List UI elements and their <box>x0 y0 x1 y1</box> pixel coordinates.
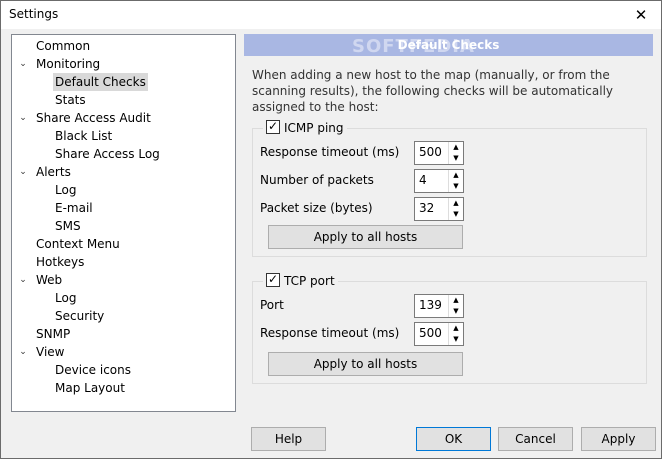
tcp-port-label: TCP port <box>284 274 335 288</box>
spin-down-icon[interactable]: ▼ <box>449 209 463 220</box>
panel-description: When adding a new host to the map (manua… <box>252 68 614 114</box>
icmp-ping-checkbox[interactable]: ICMP ping <box>263 118 347 136</box>
stepper-buttons: ▲ ▼ <box>448 295 463 317</box>
number-of-packets-stepper[interactable]: 4 ▲ ▼ <box>414 169 464 193</box>
ok-button[interactable]: OK <box>416 427 491 451</box>
title-bar: Settings ✕ <box>1 1 661 29</box>
stepper-buttons: ▲ ▼ <box>448 170 463 192</box>
number-of-packets-value[interactable]: 4 <box>419 173 427 187</box>
stepper-buttons: ▲ ▼ <box>448 323 463 345</box>
tree-item-label: Security <box>55 309 105 323</box>
tcp-port-checkbox[interactable]: TCP port <box>263 271 338 289</box>
checkbox-icon[interactable] <box>266 271 280 287</box>
port-label: Port <box>260 298 284 312</box>
tree-item-label: Default Checks <box>53 73 148 91</box>
panel-header: Default Checks SOFTPEDIA <box>244 34 653 56</box>
tcp-response-timeout-stepper[interactable]: 500 ▲ ▼ <box>414 322 464 346</box>
spin-down-icon[interactable]: ▼ <box>449 153 463 164</box>
stepper-buttons: ▲ ▼ <box>448 198 463 220</box>
tree-item-label: Log <box>55 291 77 305</box>
spin-up-icon[interactable]: ▲ <box>449 198 463 209</box>
tree-item-label: Alerts <box>36 165 71 179</box>
tree-item-label: Monitoring <box>36 57 101 71</box>
tree-item-label: Share Access Log <box>55 147 160 161</box>
watermark: SOFTPEDIA <box>352 36 475 57</box>
response-timeout-label: Response timeout (ms) <box>260 145 400 159</box>
settings-window: Settings ✕ Common ⌄ Monitoring Default C… <box>0 0 662 459</box>
spin-up-icon[interactable]: ▲ <box>449 295 463 306</box>
chevron-down-icon[interactable]: ⌄ <box>18 55 28 73</box>
tree-item-label: Common <box>36 39 91 53</box>
checkbox-icon[interactable] <box>266 118 280 134</box>
tree-item-label: SMS <box>55 219 81 233</box>
number-of-packets-label: Number of packets <box>260 173 374 187</box>
tree-item-label: Black List <box>55 129 113 143</box>
spin-down-icon[interactable]: ▼ <box>449 181 463 192</box>
tcp-response-timeout-label: Response timeout (ms) <box>260 326 400 340</box>
spin-down-icon[interactable]: ▼ <box>449 334 463 345</box>
response-timeout-value[interactable]: 500 <box>419 145 442 159</box>
tree-item-label: Log <box>55 183 77 197</box>
tree-item-label: Web <box>36 273 63 287</box>
response-timeout-stepper[interactable]: 500 ▲ ▼ <box>414 141 464 165</box>
tree-item-label: E-mail <box>55 201 93 215</box>
spin-up-icon[interactable]: ▲ <box>449 170 463 181</box>
tree-item-label: Device icons <box>55 363 131 377</box>
apply-button[interactable]: Apply <box>581 427 656 451</box>
chevron-down-icon[interactable]: ⌄ <box>18 271 28 289</box>
window-title: Settings <box>9 7 59 21</box>
tree-item-label: Hotkeys <box>36 255 85 269</box>
packet-size-value[interactable]: 32 <box>419 201 434 215</box>
chevron-down-icon[interactable]: ⌄ <box>18 163 28 181</box>
chevron-down-icon[interactable]: ⌄ <box>18 109 28 127</box>
help-button[interactable]: Help <box>251 427 326 451</box>
tcp-response-timeout-value[interactable]: 500 <box>419 326 442 340</box>
icmp-ping-group: ICMP ping Response timeout (ms) 500 ▲ ▼ … <box>252 118 647 257</box>
port-stepper[interactable]: 139 ▲ ▼ <box>414 294 464 318</box>
cancel-button[interactable]: Cancel <box>498 427 573 451</box>
tree-item-label: View <box>36 345 65 359</box>
icmp-apply-to-all-button[interactable]: Apply to all hosts <box>268 225 463 249</box>
close-icon[interactable]: ✕ <box>621 1 661 29</box>
spin-up-icon[interactable]: ▲ <box>449 142 463 153</box>
packet-size-label: Packet size (bytes) <box>260 201 373 215</box>
tree-item-label: Context Menu <box>36 237 120 251</box>
default-checks-panel: Default Checks SOFTPEDIA When adding a n… <box>244 34 653 410</box>
stepper-buttons: ▲ ▼ <box>448 142 463 164</box>
settings-tree[interactable]: Common ⌄ Monitoring Default Checks Stats… <box>11 34 236 412</box>
packet-size-stepper[interactable]: 32 ▲ ▼ <box>414 197 464 221</box>
chevron-down-icon[interactable]: ⌄ <box>18 343 28 361</box>
icmp-ping-label: ICMP ping <box>284 121 344 135</box>
tree-item-label: Stats <box>55 93 86 107</box>
spin-down-icon[interactable]: ▼ <box>449 306 463 317</box>
tcp-port-group: TCP port Port 139 ▲ ▼ Response timeout (… <box>252 271 647 384</box>
tcp-apply-to-all-button[interactable]: Apply to all hosts <box>268 352 463 376</box>
tree-item-label: SNMP <box>36 327 71 341</box>
tree-item-label: Share Access Audit <box>36 111 151 125</box>
spin-up-icon[interactable]: ▲ <box>449 323 463 334</box>
port-value[interactable]: 139 <box>419 298 442 312</box>
tree-item-label: Map Layout <box>55 381 125 395</box>
